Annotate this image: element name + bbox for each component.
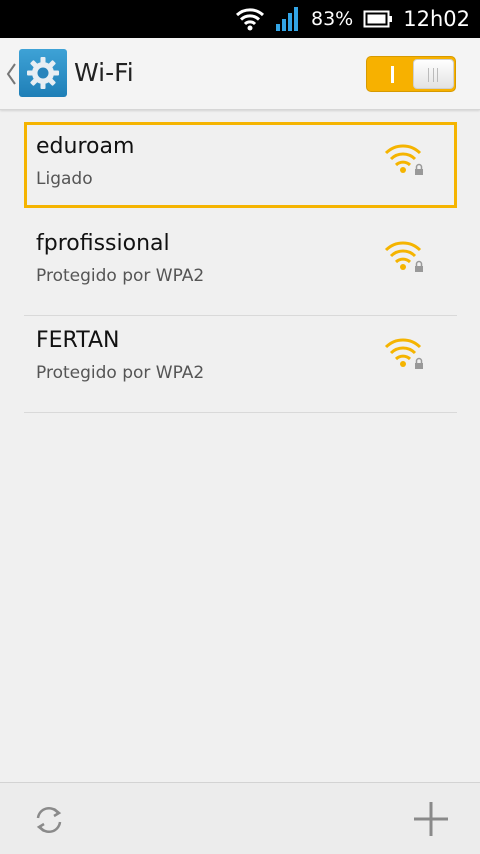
action-bar: Wi-Fi — [0, 38, 480, 110]
battery-percent: 83% — [311, 8, 354, 30]
bottom-bar — [0, 782, 480, 854]
refresh-icon[interactable] — [30, 801, 68, 839]
settings-gear-icon[interactable] — [19, 49, 67, 97]
network-item-eduroam[interactable]: eduroam Ligado — [24, 122, 457, 208]
chevron-left-icon[interactable] — [4, 61, 18, 87]
page-title: Wi-Fi — [74, 58, 134, 87]
cell-signal-icon — [275, 6, 301, 32]
toggle-on-mark — [391, 66, 394, 83]
add-icon[interactable] — [412, 800, 450, 838]
wifi-lock-icon — [384, 239, 426, 275]
network-status: Ligado — [36, 169, 93, 189]
battery-icon — [363, 10, 393, 28]
network-name: fprofissional — [36, 231, 170, 256]
network-item-fprofissional[interactable]: fprofissional Protegido por WPA2 — [24, 219, 457, 316]
network-list: eduroam Ligado fprofissional Protegido p… — [24, 122, 457, 413]
network-name: FERTAN — [36, 328, 120, 353]
toggle-knob[interactable] — [413, 59, 454, 89]
network-status: Protegido por WPA2 — [36, 363, 205, 383]
wifi-toggle[interactable] — [366, 56, 456, 92]
network-name: eduroam — [36, 134, 135, 159]
wifi-lock-icon — [384, 336, 426, 372]
clock: 12h02 — [403, 7, 470, 31]
toggle-grip-icon — [428, 68, 438, 82]
status-bar: 83% 12h02 — [0, 0, 480, 38]
wifi-status-icon — [235, 7, 265, 31]
wifi-lock-icon — [384, 142, 426, 178]
network-item-fertan[interactable]: FERTAN Protegido por WPA2 — [24, 316, 457, 413]
network-status: Protegido por WPA2 — [36, 266, 205, 286]
